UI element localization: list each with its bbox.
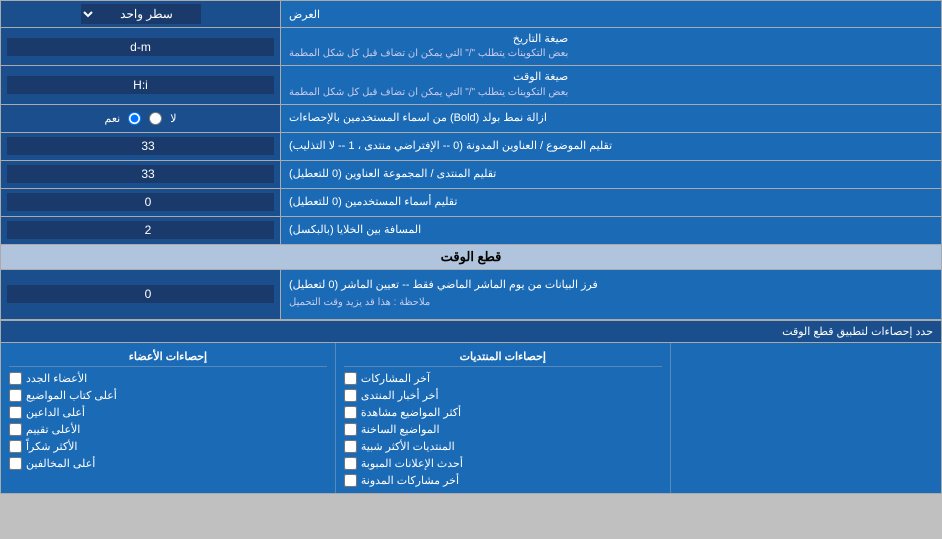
bold-yes-label: نعم (105, 112, 121, 125)
display-select-cell: سطر واحد سطرين ثلاثة أسطر (1, 1, 281, 27)
date-format-input[interactable] (7, 38, 274, 56)
topics-trim-row: تقليم الموضوع / العناوين المدونة (0 -- ا… (1, 133, 941, 161)
users-trim-row: تقليم أسماء المستخدمين (0 للتعطيل) (1, 189, 941, 217)
checkbox-most-viewed-input[interactable] (344, 406, 357, 419)
checkbox-latest-posts: آخر المشاركات (344, 370, 662, 387)
main-container: العرض سطر واحد سطرين ثلاثة أسطر صيغة الت… (0, 0, 942, 494)
checkbox-hot-topics: المواضيع الساخنة (344, 421, 662, 438)
bold-no-radio[interactable] (149, 112, 162, 125)
distance-row: المسافة بين الخلايا (بالبكسل) (1, 217, 941, 245)
distance-label: المسافة بين الخلايا (بالبكسل) (281, 217, 941, 244)
checkbox-similar-forums: المنتديات الأكثر شبية (344, 438, 662, 455)
time-format-input[interactable] (7, 76, 274, 94)
checkbox-top-inviters-input[interactable] (9, 406, 22, 419)
checkbox-hot-topics-input[interactable] (344, 423, 357, 436)
checkbox-top-topic-writers-input[interactable] (9, 389, 22, 402)
checkbox-most-thanked-input[interactable] (9, 440, 22, 453)
col-members-title: إحصاءات الأعضاء (9, 347, 327, 367)
time-format-row: صيغة الوقت بعض التكوينات يتطلب "/" التي … (1, 66, 941, 104)
date-format-row: صيغة التاريخ بعض التكوينات يتطلب "/" الت… (1, 28, 941, 66)
display-row: العرض سطر واحد سطرين ثلاثة أسطر (1, 1, 941, 28)
checkbox-classifieds-input[interactable] (344, 457, 357, 470)
checkboxes-section: حدد إحصاءات لتطبيق قطع الوقت إحصاءات الم… (1, 321, 941, 493)
forum-trim-input[interactable] (7, 165, 274, 183)
checkbox-top-violators-input[interactable] (9, 457, 22, 470)
checkbox-blog-posts: أخر مشاركات المدونة (344, 472, 662, 489)
checkboxes-col-members: إحصاءات الأعضاء الأعضاء الجدد أعلى كتاب … (1, 343, 336, 493)
users-trim-input-cell (1, 189, 281, 216)
snapshot-input[interactable] (7, 285, 274, 303)
checkbox-forum-news: أخر أخبار المنتدى (344, 387, 662, 404)
checkbox-most-viewed: أكثر المواضيع مشاهدة (344, 404, 662, 421)
col-forums-title: إحصاءات المنتديات (344, 347, 662, 367)
bold-yes-radio[interactable] (128, 112, 141, 125)
checkbox-classifieds: أحدث الإعلانات المبوبة (344, 455, 662, 472)
forum-trim-row: تقليم المنتدى / المجموعة العناوين (0 للت… (1, 161, 941, 189)
snapshot-row: فرز البيانات من يوم الماشر الماضي فقط --… (1, 270, 941, 320)
checkboxes-col-forums: إحصاءات المنتديات آخر المشاركات أخر أخبا… (336, 343, 671, 493)
checkbox-top-violators: أعلى المخالفين (9, 455, 327, 472)
distance-input-cell (1, 217, 281, 244)
forum-trim-label: تقليم المنتدى / المجموعة العناوين (0 للت… (281, 161, 941, 188)
forum-trim-input-cell (1, 161, 281, 188)
display-select[interactable]: سطر واحد سطرين ثلاثة أسطر (81, 4, 201, 24)
checkboxes-header: حدد إحصاءات لتطبيق قطع الوقت (1, 321, 941, 343)
date-format-input-cell (1, 28, 281, 65)
display-label: العرض (281, 1, 941, 27)
topics-trim-input[interactable] (7, 137, 274, 155)
checkbox-top-rated-input[interactable] (9, 423, 22, 436)
bold-radio-cell: لا نعم (1, 105, 281, 132)
checkboxes-grid: إحصاءات المنتديات آخر المشاركات أخر أخبا… (1, 343, 941, 493)
checkbox-new-members: الأعضاء الجدد (9, 370, 327, 387)
topics-trim-label: تقليم الموضوع / العناوين المدونة (0 -- ا… (281, 133, 941, 160)
checkbox-top-inviters: أعلى الداعين (9, 404, 327, 421)
checkboxes-col-right (671, 343, 941, 493)
snapshot-label: فرز البيانات من يوم الماشر الماضي فقط --… (281, 270, 941, 319)
distance-input[interactable] (7, 221, 274, 239)
topics-trim-input-cell (1, 133, 281, 160)
bold-label: ازالة نمط بولد (Bold) من اسماء المستخدمي… (281, 105, 941, 132)
checkbox-similar-forums-input[interactable] (344, 440, 357, 453)
time-format-label: صيغة الوقت بعض التكوينات يتطلب "/" التي … (281, 66, 941, 103)
users-trim-input[interactable] (7, 193, 274, 211)
bold-radio-group: لا نعم (97, 108, 185, 129)
checkbox-latest-posts-input[interactable] (344, 372, 357, 385)
checkbox-top-topic-writers: أعلى كتاب المواضيع (9, 387, 327, 404)
time-format-input-cell (1, 66, 281, 103)
checkbox-forum-news-input[interactable] (344, 389, 357, 402)
checkbox-top-rated: الأعلى تقييم (9, 421, 327, 438)
snapshot-input-cell (1, 270, 281, 319)
snapshot-section: قطع الوقت فرز البيانات من يوم الماشر الم… (1, 245, 941, 321)
snapshot-header: قطع الوقت (1, 245, 941, 270)
checkbox-new-members-input[interactable] (9, 372, 22, 385)
bold-row: ازالة نمط بولد (Bold) من اسماء المستخدمي… (1, 105, 941, 133)
date-format-label: صيغة التاريخ بعض التكوينات يتطلب "/" الت… (281, 28, 941, 65)
users-trim-label: تقليم أسماء المستخدمين (0 للتعطيل) (281, 189, 941, 216)
checkbox-most-thanked: الأكثر شكراً (9, 438, 327, 455)
checkbox-blog-posts-input[interactable] (344, 474, 357, 487)
bold-no-label: لا (170, 112, 176, 125)
